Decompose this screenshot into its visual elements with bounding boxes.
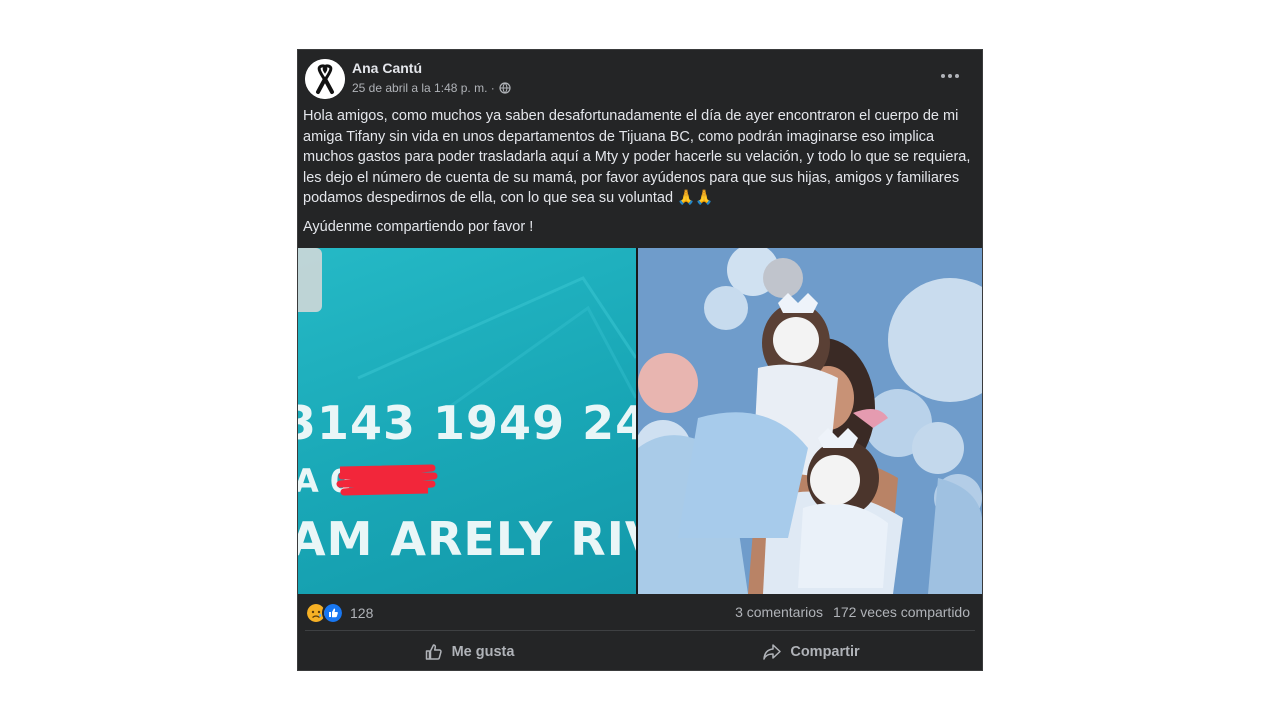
post-header: Ana Cantú 25 de abril a la 1:48 p. m. · <box>298 50 982 108</box>
comments-count[interactable]: 3 comentarios <box>735 604 823 620</box>
family-photo-scene <box>638 248 982 594</box>
post-stats: 128 3 comentarios 172 veces compartido <box>298 594 982 628</box>
redaction-scribble <box>336 464 438 496</box>
reaction-count: 128 <box>350 605 374 621</box>
card-holder-name: AM ARELY RIVE <box>298 512 636 566</box>
card-number: 3143 1949 248 <box>298 396 636 450</box>
divider <box>305 630 975 631</box>
like-reaction-icon <box>322 602 344 624</box>
more-options-icon[interactable] <box>936 66 964 86</box>
mourning-ribbon-icon <box>305 59 345 99</box>
share-button[interactable]: Compartir <box>640 634 982 670</box>
family-photo[interactable] <box>638 248 982 594</box>
share-label: Compartir <box>790 644 860 660</box>
like-button[interactable]: Me gusta <box>298 634 640 670</box>
post-text: Hola amigos, como muchos ya saben desafo… <box>303 106 973 237</box>
bank-card-photo[interactable]: 3143 1949 248 A 0 AM ARELY RIVE <box>298 248 636 594</box>
post-help-line: Ayúdenme compartiendo por favor ! <box>303 218 534 235</box>
post-meta: 25 de abril a la 1:48 p. m. · <box>352 81 511 95</box>
post-actions: Me gusta Compartir <box>298 634 982 670</box>
engagement-counts: 3 comentarios 172 veces compartido <box>735 604 970 620</box>
reactions-summary[interactable]: 128 <box>305 602 373 624</box>
facebook-post: Ana Cantú 25 de abril a la 1:48 p. m. · … <box>297 49 983 671</box>
shares-count[interactable]: 172 veces compartido <box>833 604 970 620</box>
share-arrow-icon <box>763 644 782 660</box>
post-body: Hola amigos, como muchos ya saben desafo… <box>303 108 971 206</box>
avatar[interactable] <box>305 59 345 99</box>
post-images[interactable]: 3143 1949 248 A 0 AM ARELY RIVE <box>298 248 982 594</box>
globe-icon <box>499 82 511 94</box>
thumbs-up-icon <box>425 644 442 660</box>
post-timestamp[interactable]: 25 de abril a la 1:48 p. m. · <box>352 81 495 95</box>
like-label: Me gusta <box>451 644 515 660</box>
author-name[interactable]: Ana Cantú <box>352 60 422 76</box>
